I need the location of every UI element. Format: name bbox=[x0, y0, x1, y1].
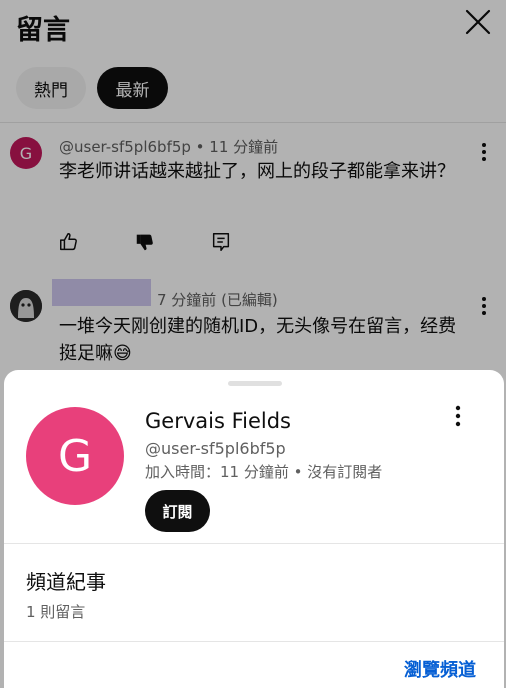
drag-handle[interactable] bbox=[228, 381, 282, 386]
channel-bottom-sheet: G Gervais Fields @user-sf5pl6bf5p 加入時間：1… bbox=[4, 370, 504, 688]
divider bbox=[4, 543, 504, 544]
browse-channel-link[interactable]: 瀏覽頻道 bbox=[404, 656, 476, 682]
channel-history-title[interactable]: 頻道紀事 bbox=[26, 566, 106, 595]
avatar-letter: G bbox=[57, 430, 93, 482]
divider bbox=[4, 641, 504, 642]
subscribe-button[interactable]: 訂閱 bbox=[145, 490, 210, 532]
channel-joined-info: 加入時間：11 分鐘前 • 沒有訂閱者 bbox=[145, 463, 383, 481]
channel-name: Gervais Fields bbox=[145, 409, 291, 433]
channel-handle: @user-sf5pl6bf5p bbox=[145, 439, 286, 458]
channel-avatar[interactable]: G bbox=[26, 407, 124, 505]
channel-comment-count: 1 則留言 bbox=[26, 603, 86, 621]
more-options-icon[interactable] bbox=[448, 404, 468, 428]
